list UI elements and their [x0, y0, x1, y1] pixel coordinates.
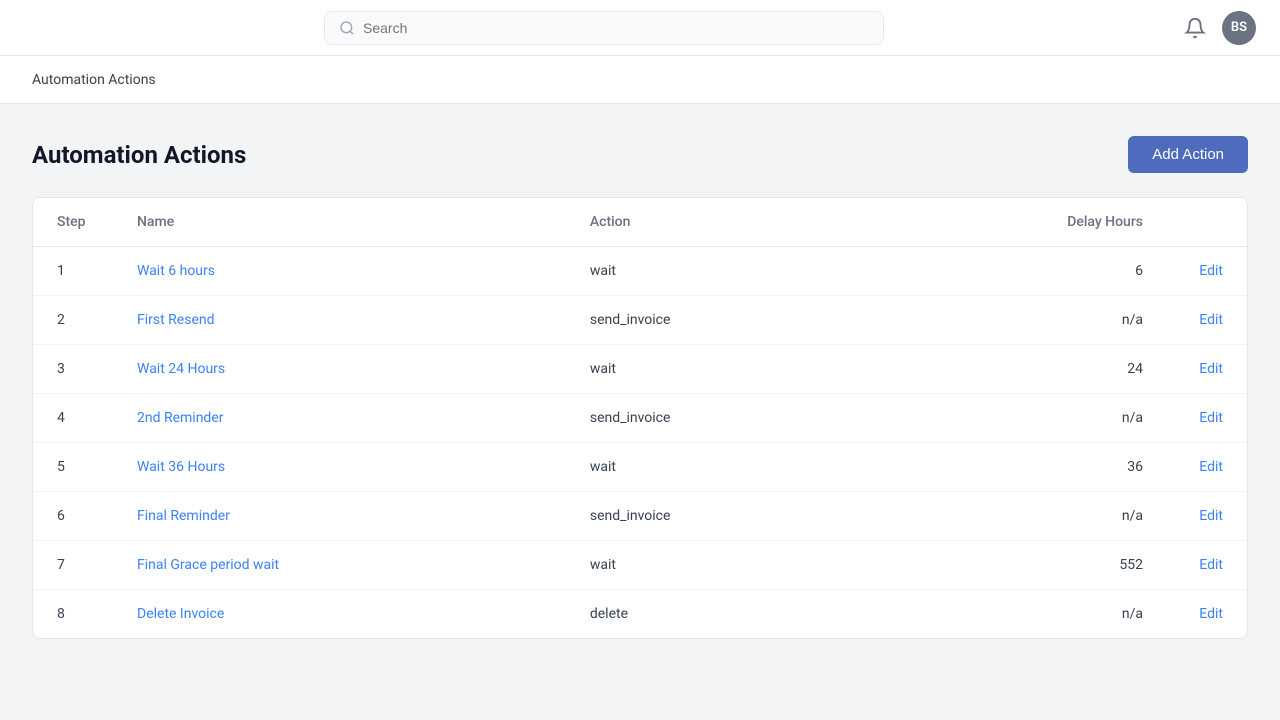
cell-step: 6: [33, 492, 113, 541]
search-container: [324, 11, 884, 45]
cell-step: 8: [33, 590, 113, 639]
edit-link[interactable]: Edit: [1199, 606, 1223, 622]
nav-right: BS: [1184, 11, 1256, 45]
cell-edit: Edit: [1167, 590, 1247, 639]
cell-name[interactable]: Wait 36 Hours: [113, 443, 566, 492]
cell-delay-hours: n/a: [872, 492, 1167, 541]
table-header-row: Step Name Action Delay Hours: [33, 198, 1247, 247]
edit-link[interactable]: Edit: [1199, 459, 1223, 475]
cell-action: send_invoice: [566, 492, 872, 541]
cell-action: wait: [566, 345, 872, 394]
cell-delay-hours: 552: [872, 541, 1167, 590]
avatar[interactable]: BS: [1222, 11, 1256, 45]
edit-link[interactable]: Edit: [1199, 263, 1223, 279]
cell-edit: Edit: [1167, 443, 1247, 492]
cell-name[interactable]: Wait 24 Hours: [113, 345, 566, 394]
col-delay-hours: Delay Hours: [872, 198, 1167, 247]
cell-action: wait: [566, 247, 872, 296]
cell-delay-hours: n/a: [872, 296, 1167, 345]
cell-delay-hours: 24: [872, 345, 1167, 394]
cell-step: 7: [33, 541, 113, 590]
page-title: Automation Actions: [32, 141, 246, 169]
cell-action: send_invoice: [566, 296, 872, 345]
cell-delay-hours: n/a: [872, 590, 1167, 639]
edit-link[interactable]: Edit: [1199, 361, 1223, 377]
breadcrumb-bar: Automation Actions: [0, 56, 1280, 104]
cell-edit: Edit: [1167, 394, 1247, 443]
table-row: 8Delete Invoicedeleten/a Edit: [33, 590, 1247, 639]
cell-step: 3: [33, 345, 113, 394]
add-action-button[interactable]: Add Action: [1128, 136, 1248, 173]
cell-action: delete: [566, 590, 872, 639]
cell-action: wait: [566, 443, 872, 492]
search-wrapper: [324, 11, 884, 45]
table-row: 2First Resendsend_invoicen/a Edit: [33, 296, 1247, 345]
cell-name[interactable]: Final Grace period wait: [113, 541, 566, 590]
col-name: Name: [113, 198, 566, 247]
cell-edit: Edit: [1167, 345, 1247, 394]
table-row: 42nd Remindersend_invoicen/a Edit: [33, 394, 1247, 443]
cell-name[interactable]: Final Reminder: [113, 492, 566, 541]
search-icon: [339, 20, 355, 36]
cell-delay-hours: n/a: [872, 394, 1167, 443]
automation-actions-table: Step Name Action Delay Hours 1Wait 6 hou…: [33, 198, 1247, 638]
cell-delay-hours: 36: [872, 443, 1167, 492]
bell-icon[interactable]: [1184, 17, 1206, 39]
cell-edit: Edit: [1167, 541, 1247, 590]
col-edit: [1167, 198, 1247, 247]
cell-edit: Edit: [1167, 492, 1247, 541]
cell-step: 4: [33, 394, 113, 443]
search-input[interactable]: [363, 20, 869, 36]
cell-edit: Edit: [1167, 296, 1247, 345]
cell-name[interactable]: First Resend: [113, 296, 566, 345]
table-row: 6Final Remindersend_invoicen/a Edit: [33, 492, 1247, 541]
edit-link[interactable]: Edit: [1199, 410, 1223, 426]
cell-step: 5: [33, 443, 113, 492]
col-action: Action: [566, 198, 872, 247]
table-row: 3Wait 24 Hourswait24 Edit: [33, 345, 1247, 394]
cell-edit: Edit: [1167, 247, 1247, 296]
top-nav: BS: [0, 0, 1280, 56]
edit-link[interactable]: Edit: [1199, 557, 1223, 573]
col-step: Step: [33, 198, 113, 247]
cell-delay-hours: 6: [872, 247, 1167, 296]
cell-action: wait: [566, 541, 872, 590]
table-row: 5Wait 36 Hourswait36 Edit: [33, 443, 1247, 492]
breadcrumb: Automation Actions: [32, 72, 156, 88]
cell-name[interactable]: Wait 6 hours: [113, 247, 566, 296]
table-body: 1Wait 6 hourswait6Edit2First Resendsend_…: [33, 247, 1247, 639]
cell-name[interactable]: Delete Invoice: [113, 590, 566, 639]
edit-link[interactable]: Edit: [1199, 312, 1223, 328]
page-header: Automation Actions Add Action: [32, 136, 1248, 173]
cell-name[interactable]: 2nd Reminder: [113, 394, 566, 443]
table-row: 7Final Grace period waitwait552 Edit: [33, 541, 1247, 590]
main-content: Automation Actions Add Action Step Name …: [0, 104, 1280, 720]
cell-action: send_invoice: [566, 394, 872, 443]
edit-link[interactable]: Edit: [1199, 508, 1223, 524]
table-container: Step Name Action Delay Hours 1Wait 6 hou…: [32, 197, 1248, 639]
cell-step: 2: [33, 296, 113, 345]
table-row: 1Wait 6 hourswait6 Edit: [33, 247, 1247, 296]
cell-step: 1: [33, 247, 113, 296]
